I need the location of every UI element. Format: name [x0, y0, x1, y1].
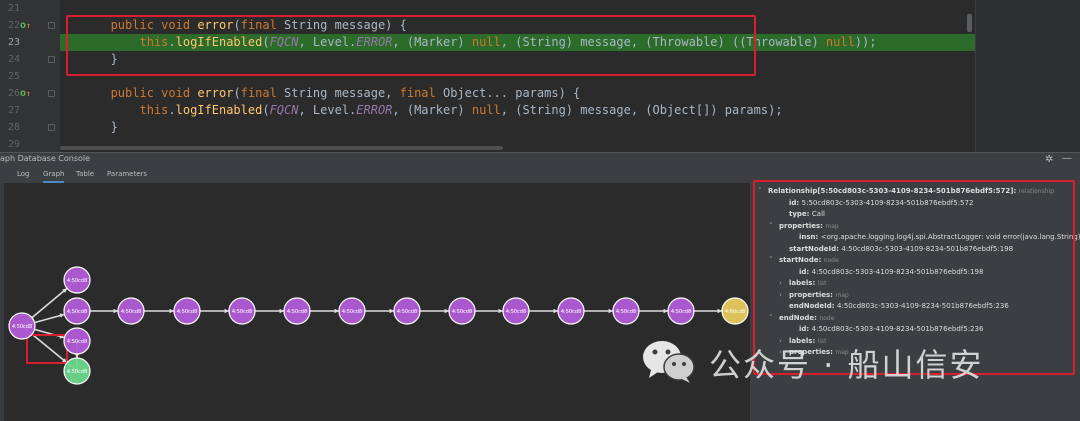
edge-arrow-icon [553, 308, 558, 314]
line-gutter: 21 22 o↑ 23 24 25 26 o↑ 27 28 29 [0, 0, 60, 152]
graph-node-label: 4:50cd8 [506, 309, 526, 315]
graph-node-label: 4:50cd8 [616, 309, 636, 315]
gutter-line: 23 [0, 34, 60, 51]
gear-icon[interactable]: ✲ [1045, 154, 1053, 165]
graph-node-label: 4:50cd8 [287, 309, 307, 315]
line-number: 22 [7, 20, 20, 31]
tab-graph[interactable]: Graph [43, 170, 65, 183]
graph-node-label: 4:50cd8 [232, 309, 252, 315]
edge-arrow-icon [113, 308, 118, 314]
line-number: 27 [7, 105, 20, 116]
fold-icon[interactable] [48, 124, 55, 131]
line-number: 23 [7, 37, 20, 48]
fold-icon[interactable] [48, 90, 55, 97]
line-number: 26 [7, 88, 20, 99]
edge-arrow-icon [663, 308, 668, 314]
gutter-line: 27 [0, 102, 60, 119]
highlight-annotation-box [66, 15, 756, 76]
code-line[interactable]: public void error(final String message, … [60, 85, 1080, 102]
edge-arrow-icon [444, 308, 449, 314]
code-editor[interactable]: 21 22 o↑ 23 24 25 26 o↑ 27 28 29 public void error… [0, 0, 1080, 152]
code-line[interactable]: this.logIfEnabled(FQCN, Level.ERROR, (Ma… [60, 102, 1080, 119]
tab-log[interactable]: Log [17, 170, 30, 183]
gutter-line: 29 [0, 136, 60, 152]
gutter-line: 21 [0, 0, 60, 17]
edge-arrow-icon [334, 308, 339, 314]
graph-node-label: 4:50cd8 [452, 309, 472, 315]
edge-arrow-icon [224, 308, 229, 314]
graph-node-label: 4:50cd8 [67, 339, 87, 345]
graph-canvas[interactable]: 4:50cd8 4:50cd8 4:50cd8 4:50cd8 4:50cd8 4:50c… [0, 183, 750, 421]
graph-node-label: 4:50cd8 [12, 324, 32, 330]
wechat-icon [643, 341, 695, 383]
tool-window-title: aph Database Console [0, 154, 91, 163]
line-number: 21 [7, 3, 20, 14]
gutter-line: 26 o↑ [0, 85, 60, 102]
edge-arrow-icon [279, 308, 284, 314]
graph-node-label: 4:50cd8 [67, 278, 87, 284]
edge-arrow-icon [608, 308, 613, 314]
line-number: 28 [7, 122, 20, 133]
edge-arrow-icon [169, 308, 174, 314]
fold-icon[interactable] [48, 56, 55, 63]
minimize-icon[interactable]: — [1062, 153, 1072, 164]
graph-node-label: 4:50cd8 [671, 309, 691, 315]
watermark-text: 公众号 · 船山信安 [709, 346, 984, 384]
edge-arrow-icon [717, 308, 722, 314]
graph-svg[interactable]: 4:50cd8 4:50cd8 4:50cd8 4:50cd8 4:50cd8 4:50c… [0, 183, 750, 421]
line-number: 25 [7, 71, 20, 82]
graph-node-label: 4:50cd8 [725, 309, 745, 315]
edge-arrow-icon [389, 308, 394, 314]
gutter-line: 25 [0, 68, 60, 85]
override-marker-icon[interactable]: o↑ [20, 20, 32, 31]
code-line[interactable]: } [60, 119, 1080, 136]
graph-node-label: 4:50cd8 [177, 309, 197, 315]
gutter-line: 28 [0, 119, 60, 136]
tab-table[interactable]: Table [76, 170, 94, 183]
edge-arrow-icon [498, 308, 503, 314]
graph-node-label: 4:50cd8 [121, 309, 141, 315]
gutter-line: 24 [0, 51, 60, 68]
editor-right-margin [975, 0, 1080, 152]
tab-parameters[interactable]: Parameters [107, 170, 147, 183]
line-number: 29 [7, 139, 20, 150]
gutter-line: 22 o↑ [0, 17, 60, 34]
line-number: 24 [7, 54, 20, 65]
tool-window-header: aph Database Console ✲ — [0, 152, 1080, 167]
graph-node-label: 4:50cd8 [67, 309, 87, 315]
graph-node-label: 4:50cd8 [67, 369, 87, 375]
graph-node-label: 4:50cd8 [342, 309, 362, 315]
fold-icon[interactable] [48, 22, 55, 29]
horizontal-scrollbar[interactable] [60, 146, 503, 150]
vertical-scrollbar-thumb[interactable] [967, 14, 972, 32]
graph-node-label: 4:50cd8 [397, 309, 417, 315]
graph-node-label: 4:50cd8 [561, 309, 581, 315]
override-marker-icon[interactable]: o↑ [20, 88, 32, 99]
